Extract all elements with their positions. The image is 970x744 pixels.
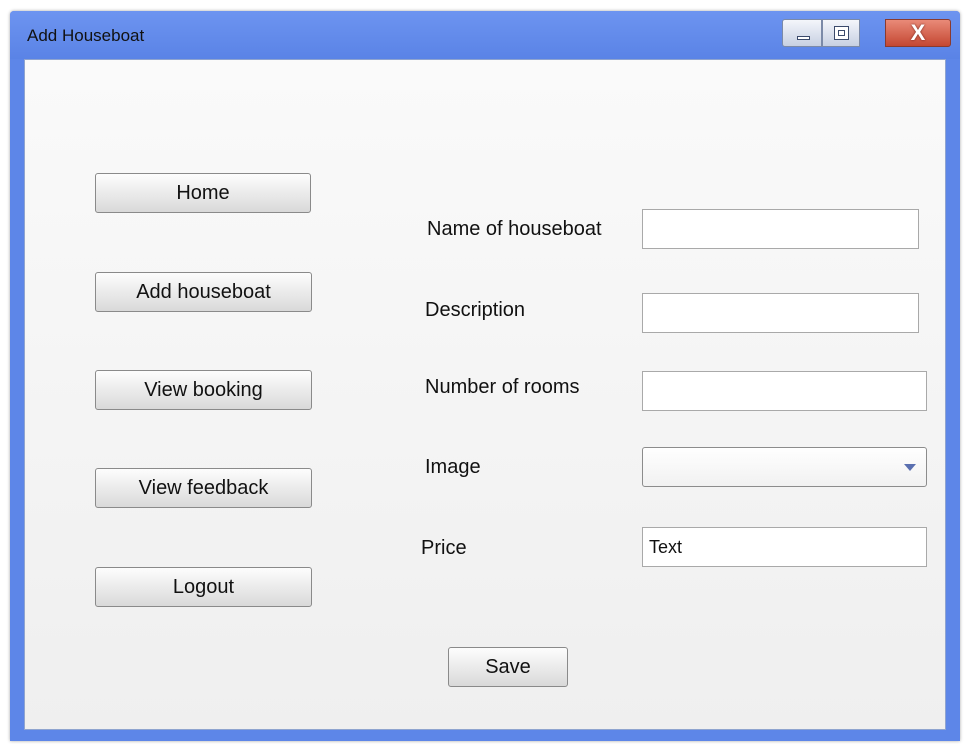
save-button[interactable]: Save (448, 647, 568, 687)
name-label: Name of houseboat (427, 218, 602, 240)
number-of-rooms-input[interactable] (642, 371, 927, 411)
add-houseboat-button[interactable]: Add houseboat (95, 272, 312, 312)
home-button[interactable]: Home (95, 173, 311, 213)
price-label: Price (421, 537, 467, 559)
minimize-button[interactable] (782, 19, 822, 47)
window-content: Home Add houseboat View booking View fee… (24, 59, 946, 730)
close-button[interactable]: X (885, 19, 951, 47)
view-feedback-button[interactable]: View feedback (95, 468, 312, 508)
close-icon: X (910, 20, 926, 45)
image-label: Image (425, 456, 481, 478)
number-of-rooms-label: Number of rooms (425, 376, 580, 398)
app-window: Add Houseboat X Home Add houseboat View … (10, 11, 960, 741)
title-bar[interactable]: Add Houseboat X (10, 11, 960, 59)
chevron-down-icon[interactable] (904, 464, 916, 471)
description-input[interactable] (642, 293, 919, 333)
logout-button[interactable]: Logout (95, 567, 312, 607)
maximize-icon (834, 26, 849, 40)
price-input[interactable]: Text (642, 527, 927, 567)
window-title: Add Houseboat (27, 26, 145, 45)
description-label: Description (425, 299, 526, 321)
maximize-button[interactable] (822, 19, 860, 47)
name-input[interactable] (642, 209, 919, 249)
image-select[interactable] (642, 447, 927, 487)
view-booking-button[interactable]: View booking (95, 370, 312, 410)
minimize-icon (797, 36, 810, 40)
